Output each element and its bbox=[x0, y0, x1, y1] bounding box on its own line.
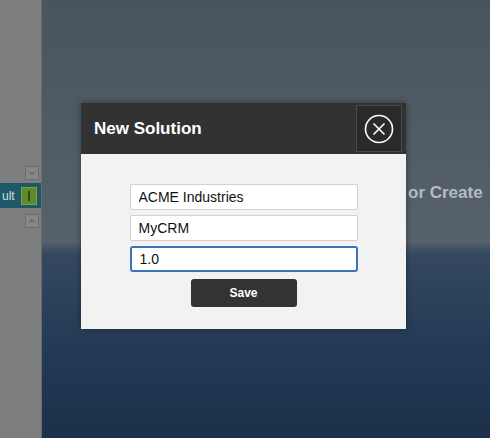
status-icon bbox=[21, 187, 37, 205]
dialog-body: Save bbox=[81, 154, 406, 329]
scroll-down-button[interactable] bbox=[25, 166, 39, 180]
text-field[interactable] bbox=[130, 184, 358, 210]
close-icon bbox=[364, 114, 394, 144]
chevron-up-icon bbox=[27, 216, 37, 226]
app-window: ult or Create New Solution Save bbox=[0, 0, 490, 438]
chevron-down-icon bbox=[27, 168, 37, 178]
dialog-header: New Solution bbox=[81, 103, 406, 154]
text-field[interactable] bbox=[130, 246, 358, 272]
background-heading: or Create bbox=[408, 180, 483, 206]
sidebar-item[interactable]: ult bbox=[0, 183, 41, 208]
sidebar: ult bbox=[0, 0, 42, 438]
dialog-title: New Solution bbox=[94, 116, 202, 142]
new-solution-dialog: New Solution Save bbox=[81, 103, 406, 329]
scroll-up-button[interactable] bbox=[25, 214, 39, 228]
close-button[interactable] bbox=[356, 105, 402, 152]
save-button[interactable]: Save bbox=[191, 279, 297, 307]
text-field[interactable] bbox=[130, 215, 358, 241]
